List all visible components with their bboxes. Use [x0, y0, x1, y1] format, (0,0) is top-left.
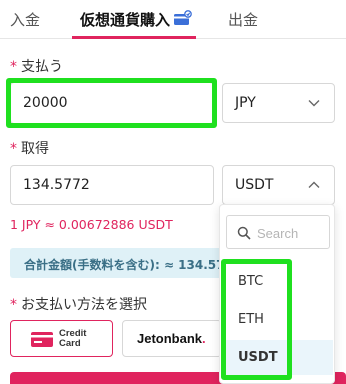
jetonbank-dot: .: [202, 331, 206, 346]
tab-withdraw[interactable]: 出金: [228, 9, 258, 30]
wallet-card-icon: [174, 10, 192, 25]
currency-search-box[interactable]: [226, 215, 330, 249]
highlight-frame-pay-amount: [6, 78, 217, 128]
required-mark: *: [10, 59, 17, 75]
search-icon: [237, 226, 251, 240]
payment-method-label: * お支払い方法を選択: [10, 294, 147, 314]
required-mark: *: [10, 141, 17, 157]
pay-currency-value: JPY: [235, 95, 256, 111]
required-mark: *: [10, 297, 17, 313]
payment-method-label-text: お支払い方法を選択: [21, 297, 147, 313]
receive-label-text: 取得: [21, 141, 49, 157]
tab-buy-crypto[interactable]: 仮想通貨購入: [80, 9, 170, 30]
jetonbank-logo: Jetonbank.: [137, 331, 206, 346]
tab-deposit[interactable]: 入金: [10, 9, 40, 30]
credit-card-icon: [31, 332, 53, 347]
receive-amount-field[interactable]: 134.5772: [10, 165, 214, 205]
credit-card-label: Credit Card: [59, 329, 86, 349]
pay-label: * 支払う: [10, 56, 63, 76]
pay-currency-select[interactable]: JPY: [222, 83, 335, 123]
receive-label: * 取得: [10, 138, 49, 158]
credit-card-label-line2: Card: [59, 338, 81, 349]
chevron-down-icon: [308, 100, 320, 107]
receive-amount-value: 134.5772: [23, 177, 90, 193]
tab-bar: 入金 仮想通貨購入 出金: [0, 0, 346, 39]
receive-currency-select[interactable]: USDT: [222, 165, 335, 205]
payment-option-credit-card[interactable]: Credit Card: [10, 320, 113, 357]
exchange-rate-text: 1 JPY ≈ 0.00672886 USDT: [10, 217, 173, 232]
total-amount-text: 合計金額(手数料を含む): ≈ 134.5772 USDT: [24, 258, 224, 272]
pay-label-text: 支払う: [21, 59, 63, 75]
receive-currency-value: USDT: [235, 177, 274, 193]
active-tab-indicator: [72, 36, 196, 39]
chevron-up-icon: [308, 181, 320, 188]
currency-search-input[interactable]: [257, 223, 327, 243]
jetonbank-name: Jetonbank: [137, 331, 203, 346]
total-amount-banner: 合計金額(手数料を含む): ≈ 134.5772 USDT: [10, 248, 224, 278]
highlight-frame-currency-options: [221, 259, 292, 380]
payment-option-jetonbank[interactable]: Jetonbank.: [122, 320, 222, 357]
